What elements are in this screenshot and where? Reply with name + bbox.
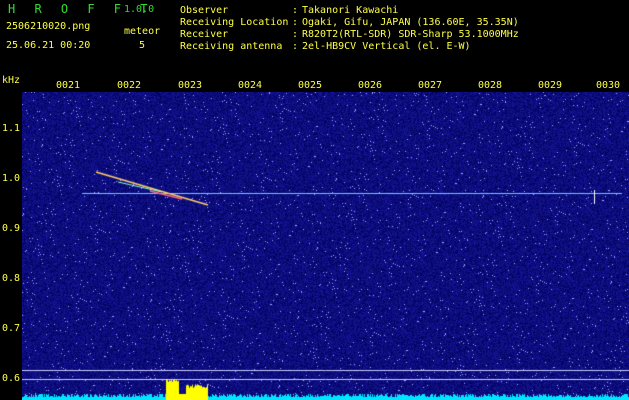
info-value-antenna: 2el-HB9CV Vertical (el. E-W) [302,41,471,52]
time-tick-label: 0030 [596,80,621,91]
time-tick-label: 0021 [56,80,81,91]
info-sep: : [292,29,299,40]
info-key-receiver: Receiver [180,29,229,40]
info-sep: : [292,17,299,28]
frequency-tick-label: 0.6 [2,373,21,384]
detection-count: 5 [139,40,146,51]
info-value-observer: Takanori Kawachi [302,5,399,16]
time-tick-label: 0028 [478,80,503,91]
time-tick-label: 0026 [358,80,383,91]
time-tick-label: 0025 [298,80,323,91]
file-name: 2506210020.png [6,21,91,32]
spectrogram-canvas [22,92,629,400]
info-value-location: Ogaki, Gifu, JAPAN (136.60E, 35.35N) [302,17,519,28]
file-datetime: 25.06.21 00:20 [6,40,91,51]
header-panel: H R O F F T 1.0.0 2506210020.png 25.06.2… [0,0,629,56]
detection-label: meteor [124,26,161,37]
frequency-tick-label: 1.0 [2,173,21,184]
info-sep: : [292,41,299,52]
app-version: 1.0.0 [124,4,155,15]
info-key-observer: Observer [180,5,229,16]
frequency-unit-label: kHz [2,75,21,86]
frequency-tick-label: 0.9 [2,223,21,234]
time-tick-label: 0023 [178,80,203,91]
frequency-axis [0,92,22,400]
info-key-location: Receiving Location [180,17,289,28]
frequency-tick-label: 1.1 [2,123,21,134]
info-key-antenna: Receiving antenna [180,41,283,52]
time-tick-label: 0022 [117,80,142,91]
time-tick-label: 0027 [418,80,443,91]
info-value-receiver: R820T2(RTL-SDR) SDR-Sharp 53.1000MHz [302,29,519,40]
info-sep: : [292,5,299,16]
time-tick-label: 0024 [238,80,263,91]
time-tick-label: 0029 [538,80,563,91]
frequency-tick-label: 0.7 [2,323,21,334]
frequency-tick-label: 0.8 [2,273,21,284]
